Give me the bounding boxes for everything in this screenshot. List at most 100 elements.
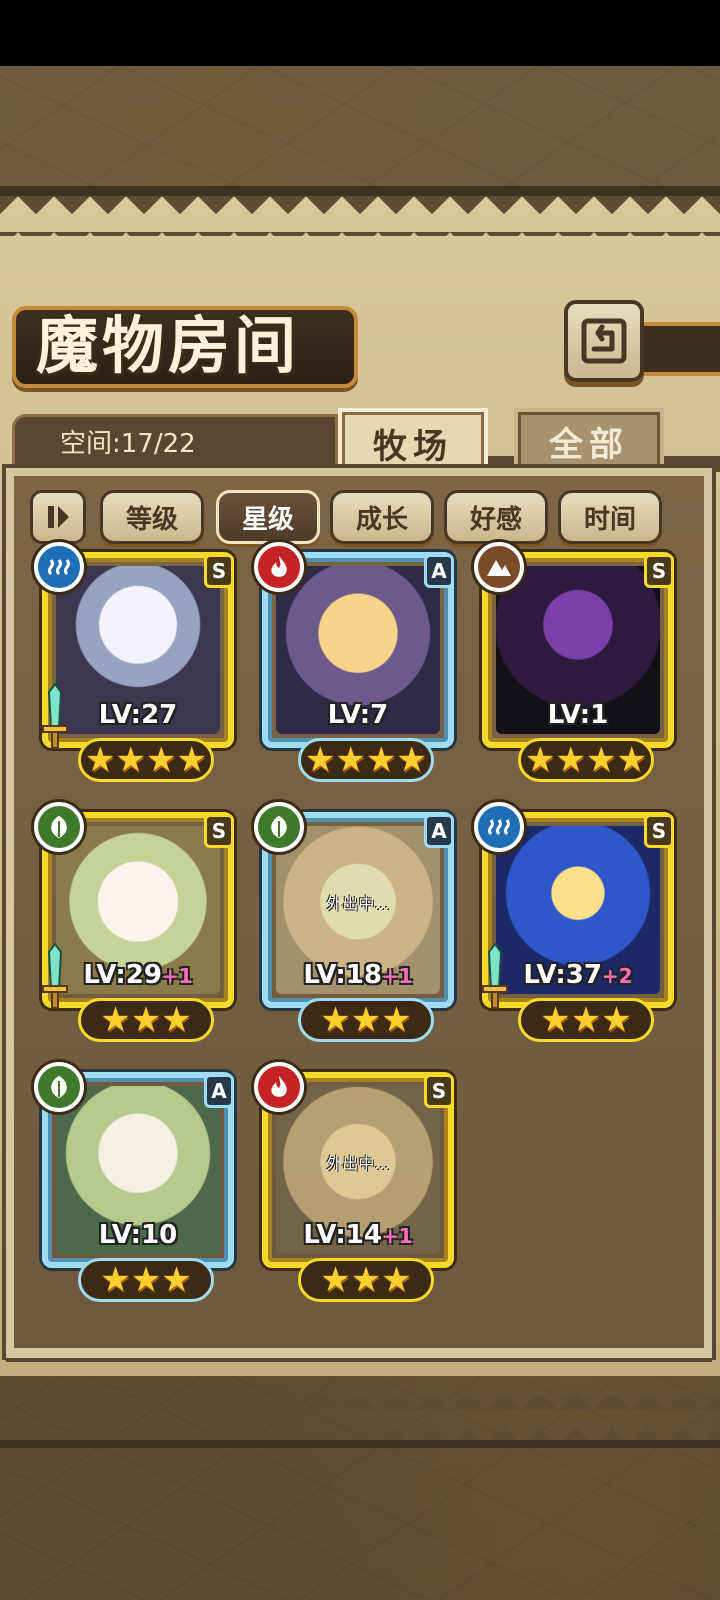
level-value: LV:18 — [303, 960, 382, 990]
level-value: LV:27 — [98, 700, 178, 730]
monster-card[interactable]: S LV:1 ★ ★ ★ ★ — [474, 542, 674, 782]
star-icon: ★ — [381, 1260, 412, 1300]
star-icon: ★ — [381, 1000, 412, 1040]
tab-all[interactable]: 全部 — [514, 408, 664, 474]
star-icon: ★ — [335, 740, 366, 780]
rank-badge: A — [204, 1074, 234, 1108]
star-icon: ★ — [350, 1000, 382, 1040]
level-label: LV:18+1 — [276, 960, 440, 990]
star-icon: ★ — [350, 1260, 382, 1300]
level-value: LV:37 — [523, 960, 602, 990]
star-rating: ★ ★ ★ — [518, 998, 654, 1042]
star-icon: ★ — [85, 740, 116, 780]
star-icon: ★ — [396, 740, 427, 780]
star-icon: ★ — [320, 1000, 351, 1040]
level-label: LV:1 — [496, 700, 660, 730]
star-rating: ★ ★ ★ — [298, 1258, 434, 1302]
star-icon: ★ — [570, 1000, 602, 1040]
level-label: LV:10 — [56, 1220, 220, 1250]
star-icon: ★ — [601, 1000, 632, 1040]
rank-badge: A — [424, 554, 454, 588]
star-icon: ★ — [176, 740, 207, 780]
level-label: LV:37+2 — [496, 960, 660, 990]
star-icon: ★ — [616, 740, 647, 780]
level-bonus: +1 — [381, 1224, 413, 1248]
sword-icon — [480, 942, 510, 1014]
level-value: LV:14 — [303, 1220, 382, 1250]
back-arrow-icon — [581, 318, 627, 364]
sort-order-button[interactable] — [30, 490, 86, 544]
monster-card[interactable]: A LV:10 ★ ★ ★ — [34, 1062, 234, 1302]
rank-badge: S — [644, 814, 674, 848]
level-label: LV:7 — [276, 700, 440, 730]
sort-growth-button[interactable]: 成长 — [330, 490, 434, 544]
star-icon: ★ — [366, 740, 397, 780]
star-rating: ★ ★ ★ ★ — [298, 738, 434, 782]
status-bar — [0, 0, 720, 66]
fire-element-icon — [254, 1062, 304, 1112]
level-label: LV:29+1 — [56, 960, 220, 990]
top-wood-rail — [0, 186, 720, 196]
sort-affinity-button[interactable]: 好感 — [444, 490, 548, 544]
monster-card[interactable]: A LV:7 ★ ★ ★ ★ — [254, 542, 454, 782]
sort-level-button[interactable]: 等级 — [100, 490, 204, 544]
level-value: LV:10 — [98, 1220, 178, 1250]
monster-card[interactable]: S LV:37+2 ★ ★ ★ — [474, 802, 674, 1042]
level-label: LV:27 — [56, 700, 220, 730]
star-icon: ★ — [130, 1000, 162, 1040]
star-icon: ★ — [555, 740, 586, 780]
level-bonus: +2 — [601, 964, 633, 988]
level-label: LV:14+1 — [276, 1220, 440, 1250]
space-counter: 空间:17/22 — [60, 429, 196, 459]
star-rating: ★ ★ ★ ★ — [518, 738, 654, 782]
fire-element-icon — [254, 542, 304, 592]
level-bonus: +1 — [161, 964, 193, 988]
water-element-icon — [474, 802, 524, 852]
monster-card[interactable]: A 外出中... LV:18+1 ★ ★ ★ — [254, 802, 454, 1042]
monster-card[interactable]: S LV:27 ★ ★ ★ ★ — [34, 542, 234, 782]
star-icon: ★ — [525, 740, 556, 780]
sword-icon — [40, 682, 70, 754]
earth-element-icon — [474, 542, 524, 592]
star-icon: ★ — [100, 1000, 131, 1040]
star-icon: ★ — [115, 740, 146, 780]
grass-element-icon — [254, 802, 304, 852]
star-rating: ★ ★ ★ — [78, 998, 214, 1042]
star-icon: ★ — [146, 740, 177, 780]
sort-bar: 等级 星级 成长 好感 时间 — [30, 490, 680, 544]
level-value: LV:1 — [547, 700, 609, 730]
monster-card[interactable]: S 外出中... LV:14+1 ★ ★ ★ — [254, 1062, 454, 1302]
zigzag-top-border — [0, 196, 720, 236]
star-rating: ★ ★ ★ ★ — [78, 738, 214, 782]
level-value: LV:7 — [327, 700, 389, 730]
away-status: 外出中... — [326, 894, 390, 913]
monster-grid-bottom — [6, 1348, 712, 1362]
rank-badge: S — [644, 554, 674, 588]
star-icon: ★ — [320, 1260, 351, 1300]
sort-star-button[interactable]: 星级 — [216, 490, 320, 544]
star-icon: ★ — [100, 1260, 131, 1300]
rank-badge: S — [204, 554, 234, 588]
star-rating: ★ ★ ★ — [78, 1258, 214, 1302]
star-icon: ★ — [305, 740, 336, 780]
grass-element-icon — [34, 802, 84, 852]
grass-element-icon — [34, 1062, 84, 1112]
star-icon: ★ — [161, 1260, 192, 1300]
star-icon: ★ — [130, 1260, 162, 1300]
star-rating: ★ ★ ★ — [298, 998, 434, 1042]
sort-time-button[interactable]: 时间 — [558, 490, 662, 544]
away-status: 外出中... — [326, 1154, 390, 1173]
level-value: LV:29 — [83, 960, 162, 990]
back-button[interactable] — [564, 300, 644, 382]
level-bonus: +1 — [381, 964, 413, 988]
water-element-icon — [34, 542, 84, 592]
star-icon: ★ — [540, 1000, 571, 1040]
back-rail — [640, 322, 720, 376]
zigzag-bottom-border — [0, 1396, 720, 1446]
rank-badge: S — [424, 1074, 454, 1108]
rank-badge: A — [424, 814, 454, 848]
bottom-wood-rail — [0, 1440, 720, 1448]
sort-order-icon — [48, 506, 69, 528]
star-icon: ★ — [586, 740, 617, 780]
monster-card[interactable]: S LV:29+1 ★ ★ ★ — [34, 802, 234, 1042]
